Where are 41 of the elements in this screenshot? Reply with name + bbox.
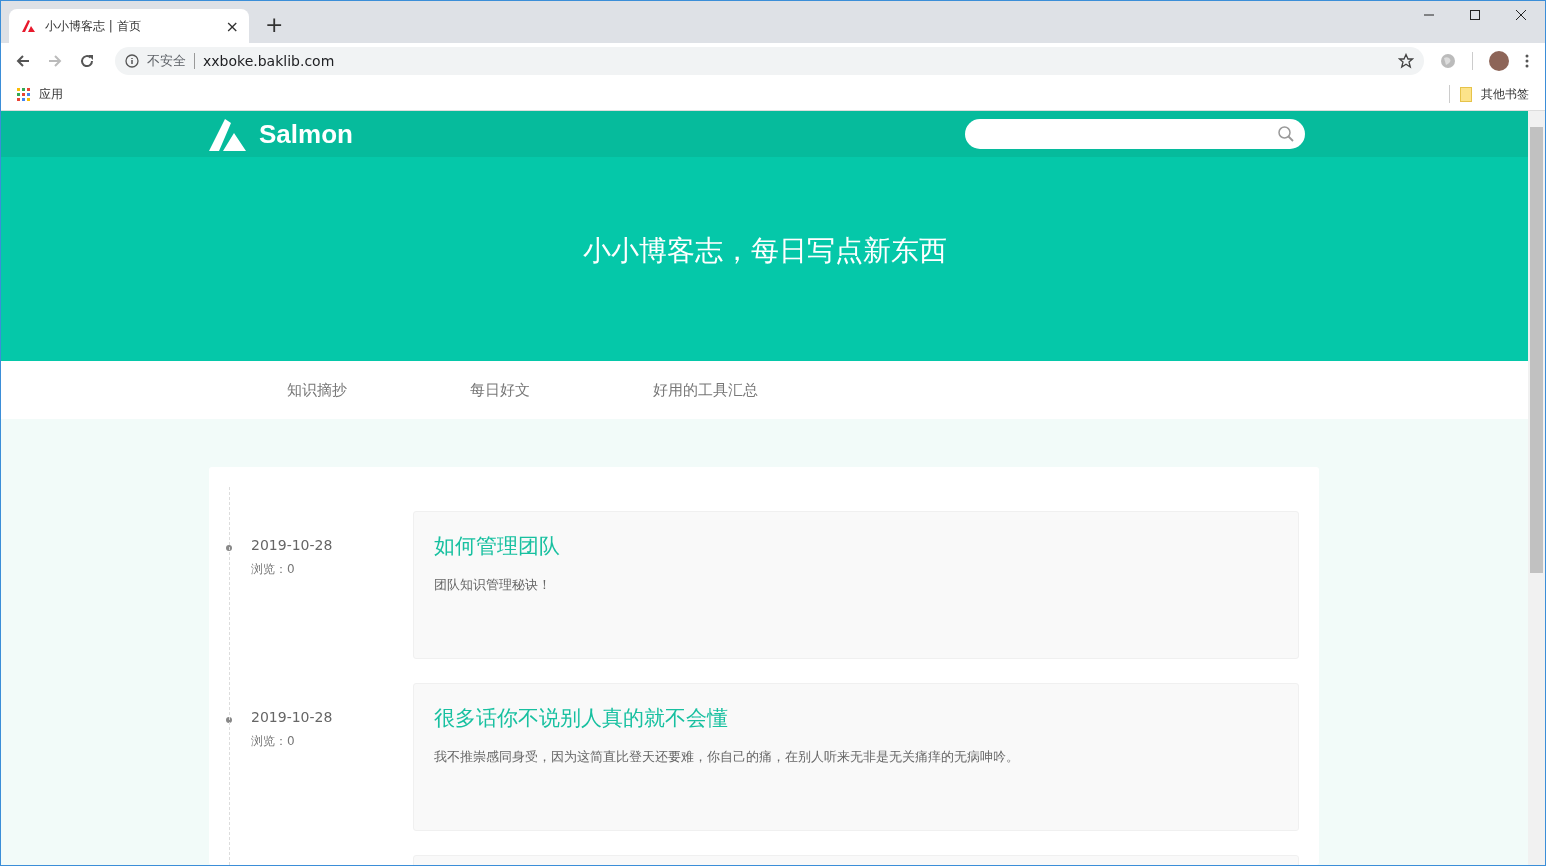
new-tab-button[interactable]: +: [265, 12, 284, 37]
reload-icon[interactable]: [79, 52, 95, 69]
info-icon: [125, 53, 139, 68]
scrollbar[interactable]: [1528, 111, 1545, 865]
post-date: 2019-10-28: [251, 709, 333, 725]
post-summary: 团队知识管理秘诀！: [434, 576, 552, 594]
nav-link[interactable]: 每日好文: [470, 380, 530, 400]
post-summary: 我不推崇感同身受，因为这简直比登天还要难，你自己的痛，在别人听来无非是无关痛痒的无病呻吟。: [434, 748, 1020, 766]
star-icon[interactable]: [1398, 52, 1414, 69]
post-card[interactable]: 很多话你不说别人真的就不会懂 我不推崇感同身受，因为这简直比登天还要难，你自己的痛，在别人听来无非是无关痛痒的无病呻吟。: [413, 683, 1299, 831]
timeline-dot: [226, 717, 232, 723]
bookmark[interactable]: 应用: [17, 85, 63, 103]
url-text: xxboke.baklib.com: [203, 52, 335, 69]
globe-icon[interactable]: [1440, 52, 1456, 69]
view-count: 浏览：0: [251, 561, 296, 578]
close-icon[interactable]: [1515, 9, 1527, 21]
folder-icon: [1460, 86, 1472, 102]
close-tab-button[interactable]: ×: [225, 16, 239, 36]
apps-grid-icon: [17, 87, 30, 101]
maximize-icon[interactable]: [1469, 9, 1481, 21]
forward-icon[interactable]: [47, 52, 63, 69]
bookmark[interactable]: 其他书签: [1460, 85, 1529, 103]
nav-link[interactable]: 好用的工具汇总: [653, 380, 758, 400]
hero-title: 小小博客志，每日写点新东西: [582, 233, 947, 269]
back-icon[interactable]: [15, 52, 31, 69]
scrollbar-thumb[interactable]: [1530, 127, 1543, 573]
timeline-dot: [226, 545, 232, 551]
search-field[interactable]: [965, 119, 1305, 149]
nav-link[interactable]: 知识摘抄: [287, 380, 347, 400]
avatar[interactable]: [1489, 50, 1509, 71]
post-card[interactable]: 如何管理团队 团队知识管理秘诀！: [413, 511, 1299, 659]
address-bar[interactable]: 不安全 xxboke.baklib.com: [115, 46, 1424, 75]
logo-icon: [21, 18, 37, 34]
logo-icon: [209, 117, 247, 151]
tab-title: 小小博客志 | 首页: [45, 17, 142, 35]
menu-icon[interactable]: [1525, 53, 1529, 68]
browser-tab[interactable]: 小小博客志 | 首页 ×: [9, 9, 249, 43]
security-label: 不安全: [147, 51, 186, 70]
view-count: 浏览：0: [251, 733, 296, 750]
search-icon[interactable]: [1277, 125, 1295, 143]
post-date: 2019-10-28: [251, 537, 333, 553]
